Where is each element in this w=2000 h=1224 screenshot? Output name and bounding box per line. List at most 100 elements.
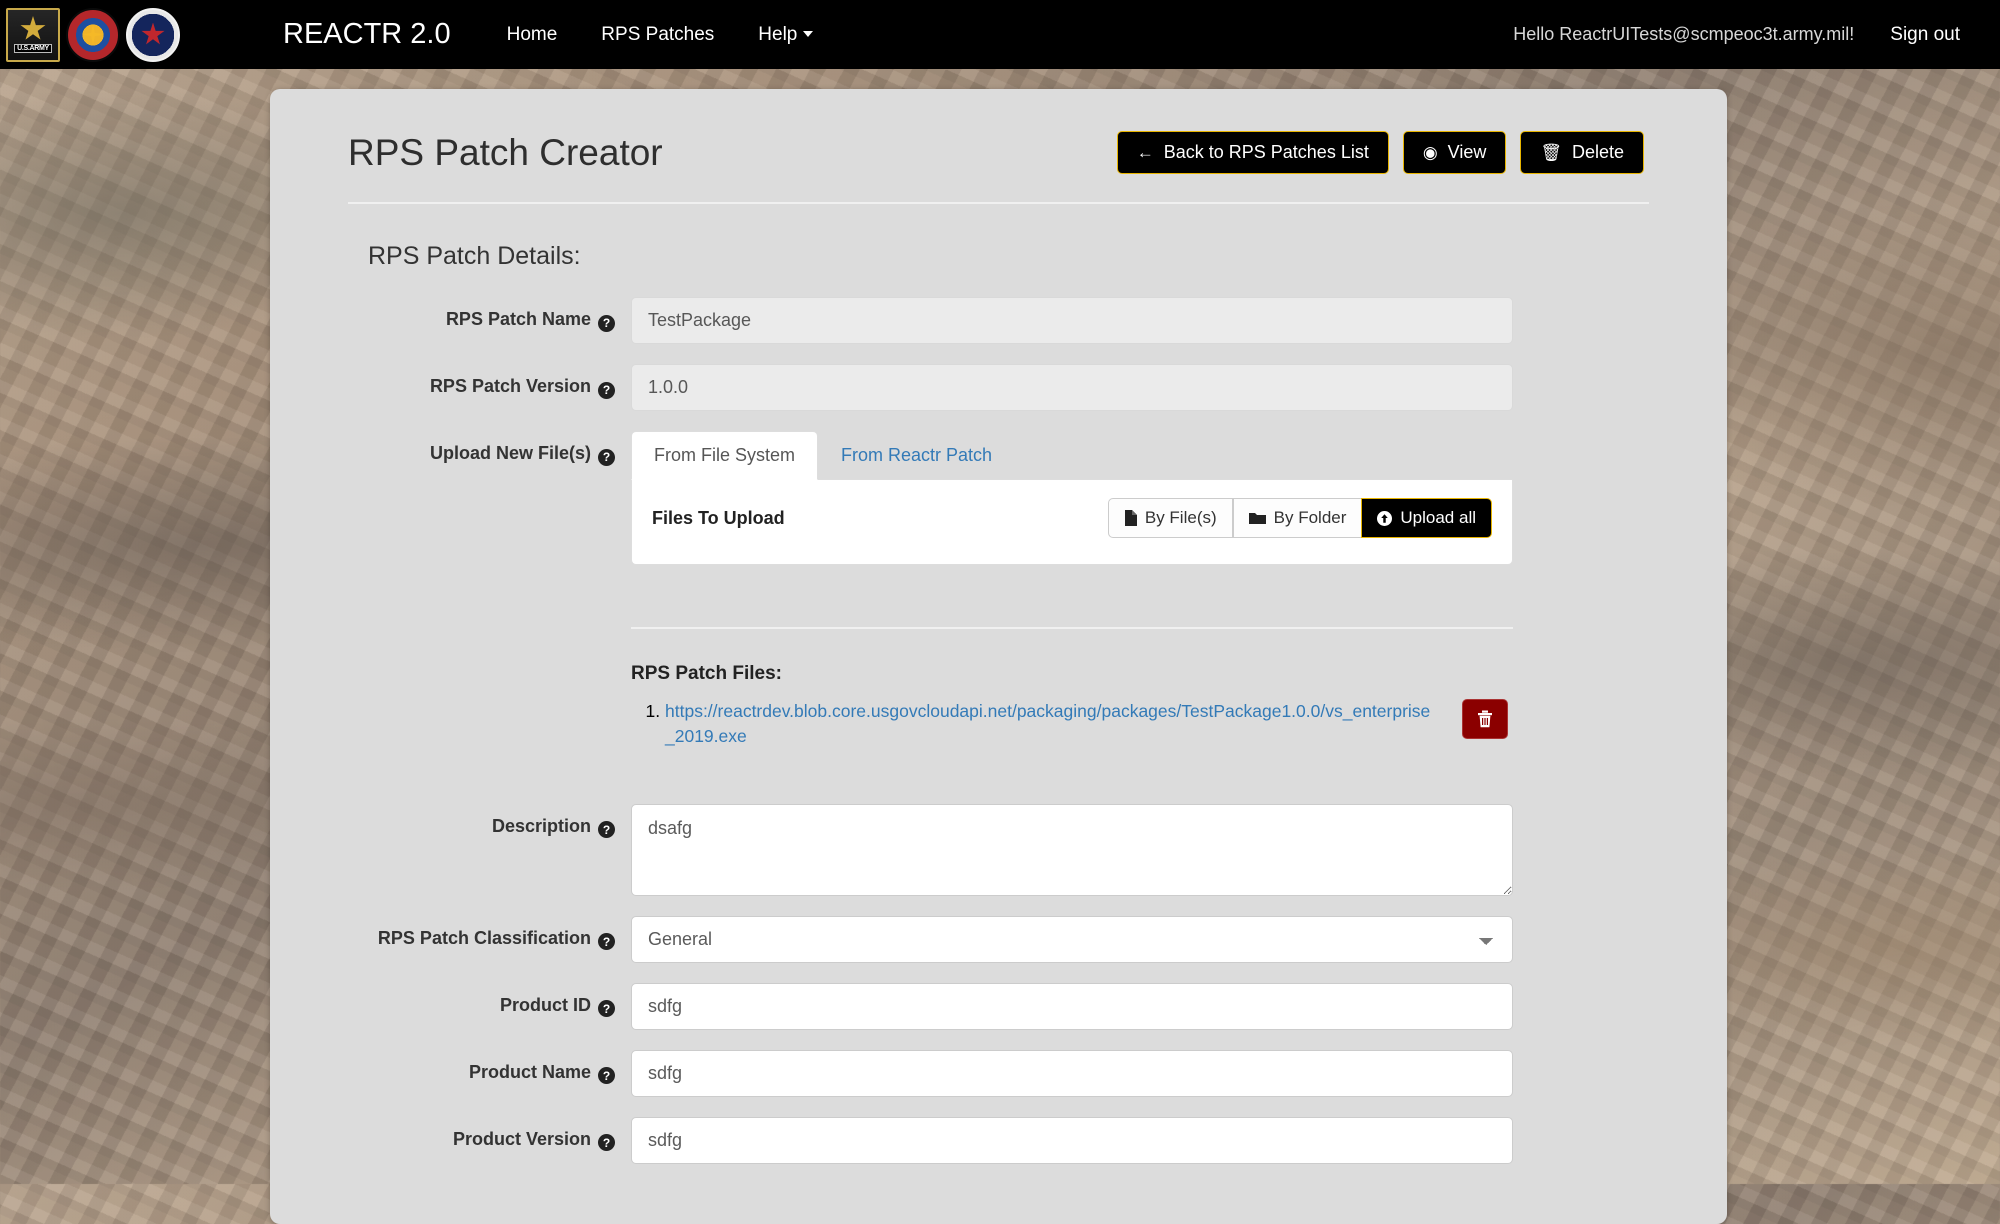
user-greeting: Hello ReactrUITests@scmpeoc3t.army.mil!	[1513, 24, 1855, 44]
form-row-patch-version: RPS Patch Version?	[348, 364, 1649, 411]
trash-icon	[1477, 710, 1493, 728]
nav-item-rps-patches[interactable]: RPS Patches	[579, 24, 736, 46]
label-description-text: Description	[491, 815, 591, 836]
nav-item-help[interactable]: Help	[736, 24, 835, 46]
back-to-rps-patches-list-label: Back to RPS Patches List	[1163, 142, 1369, 162]
upload-all-label: Upload all	[1400, 508, 1476, 527]
form-row-product-id: Product ID?	[348, 982, 1649, 1030]
nav-right-group: Hello ReactrUITests@scmpeoc3t.army.mil! …	[1513, 24, 2000, 46]
delete-label: Delete	[1571, 142, 1624, 162]
description-textarea[interactable]	[631, 803, 1513, 896]
label-product-id: Product ID?	[348, 983, 631, 1018]
peo-c3t-crest-logo	[66, 7, 120, 62]
product-id-input[interactable]	[631, 982, 1513, 1030]
wrap-product-id	[631, 982, 1513, 1030]
form-row-description: Description?	[348, 803, 1649, 896]
folder-icon	[1248, 511, 1266, 525]
page-title: RPS Patch Creator	[348, 131, 663, 173]
crest-compass-icon	[82, 23, 104, 46]
help-icon-product-name[interactable]: ?	[598, 1067, 615, 1085]
header-divider	[348, 202, 1649, 204]
label-product-version: Product Version?	[348, 1117, 631, 1152]
nav-links: Home RPS Patches Help	[485, 24, 836, 46]
form-row-patch-files: RPS Patch Files: https://reactrdev.blob.…	[348, 619, 1649, 750]
wrap-product-name	[631, 1049, 1513, 1097]
remove-patch-file-button[interactable]	[1462, 699, 1508, 739]
upload-buttons-group: By File(s) By Folder Upload all	[1107, 498, 1492, 538]
form-row-product-version: Product Version?	[348, 1116, 1649, 1164]
label-patch-name-text: RPS Patch Name	[445, 309, 591, 329]
section-heading: RPS Patch Details:	[368, 242, 581, 270]
upload-tabs-nav: From File System From Reactr Patch	[631, 431, 1513, 480]
label-product-name: Product Name?	[348, 1050, 631, 1085]
wrap-product-version	[631, 1116, 1513, 1164]
brand-title[interactable]: REACTR 2.0	[283, 18, 451, 51]
nav-item-help-label: Help	[758, 23, 798, 45]
patch-file-list: https://reactrdev.blob.core.usgovcloudap…	[631, 699, 1431, 750]
help-icon-product-id[interactable]: ?	[598, 1000, 615, 1018]
by-files-button[interactable]: By File(s)	[1107, 498, 1233, 538]
label-classification-text: RPS Patch Classification	[377, 927, 591, 948]
help-icon-upload-files[interactable]: ?	[598, 448, 615, 466]
wrap-description	[631, 803, 1513, 896]
page-header: RPS Patch Creator ← Back to RPS Patches …	[348, 89, 1649, 174]
help-icon-patch-name[interactable]: ?	[598, 314, 615, 332]
label-patch-version-text: RPS Patch Version	[429, 376, 591, 396]
label-classification: RPS Patch Classification?	[348, 916, 631, 951]
label-upload-files: Upload New File(s)?	[348, 431, 631, 466]
form-row-patch-name: RPS Patch Name?	[348, 297, 1649, 344]
wrap-classification: General	[631, 915, 1513, 963]
view-label: View	[1447, 142, 1487, 162]
content-panel: RPS Patch Creator ← Back to RPS Patches …	[270, 89, 1727, 1224]
chevron-down-icon	[803, 31, 814, 38]
list-item: https://reactrdev.blob.core.usgovcloudap…	[665, 699, 1431, 750]
upload-tab-panel: Files To Upload By File(s) By Folder Upl…	[631, 480, 1513, 565]
army-seal-logo	[126, 7, 180, 62]
us-army-logo: U.S.ARMY	[6, 7, 60, 62]
patch-files-heading: RPS Patch Files:	[631, 663, 782, 684]
sign-out-link[interactable]: Sign out	[1890, 24, 1960, 46]
wrap-patch-version	[631, 364, 1513, 411]
army-star-icon	[20, 16, 46, 40]
patch-file-row: https://reactrdev.blob.core.usgovcloudap…	[631, 699, 1513, 750]
logo-group: U.S.ARMY	[0, 7, 180, 62]
form-row-product-name: Product Name?	[348, 1049, 1649, 1097]
by-folder-label: By Folder	[1273, 508, 1347, 527]
product-name-input[interactable]	[631, 1049, 1513, 1097]
patch-version-input[interactable]	[631, 364, 1513, 411]
us-army-logo-label: U.S.ARMY	[14, 44, 52, 53]
arrow-left-icon: ←	[1136, 143, 1154, 162]
files-to-upload-label: Files To Upload	[652, 507, 785, 528]
patch-files-section: RPS Patch Files: https://reactrdev.blob.…	[631, 627, 1513, 750]
help-icon-classification[interactable]: ?	[598, 933, 615, 951]
nav-item-home[interactable]: Home	[485, 24, 580, 46]
upload-all-button[interactable]: Upload all	[1361, 498, 1492, 538]
file-icon	[1124, 510, 1137, 526]
back-to-rps-patches-list-button[interactable]: ← Back to RPS Patches List	[1116, 131, 1389, 174]
classification-select[interactable]: General	[631, 915, 1513, 963]
label-product-name-text: Product Name	[468, 1061, 591, 1082]
patch-name-input[interactable]	[631, 297, 1513, 344]
wrap-upload-files: From File System From Reactr Patch Files…	[631, 431, 1513, 565]
label-upload-files-text: Upload New File(s)	[429, 443, 591, 463]
tab-from-file-system[interactable]: From File System	[631, 431, 819, 480]
tab-from-reactr-patch[interactable]: From Reactr Patch	[818, 431, 1015, 480]
help-icon-product-version[interactable]: ?	[598, 1134, 615, 1152]
form-row-classification: RPS Patch Classification? General	[348, 915, 1649, 963]
help-icon-description[interactable]: ?	[598, 821, 615, 839]
product-version-input[interactable]	[631, 1116, 1513, 1164]
label-product-id-text: Product ID	[499, 994, 591, 1015]
by-folder-button[interactable]: By Folder	[1232, 498, 1363, 538]
label-patch-files-empty	[348, 619, 631, 631]
patch-files-divider	[631, 627, 1513, 629]
upload-tabs: From File System From Reactr Patch Files…	[631, 431, 1513, 565]
view-button[interactable]: ◉ View	[1402, 131, 1507, 174]
patch-file-link[interactable]: https://reactrdev.blob.core.usgovcloudap…	[665, 701, 1430, 746]
eye-icon: ◉	[1422, 143, 1438, 162]
trash-icon: 🗑	[1540, 143, 1562, 162]
seal-star-icon	[141, 22, 165, 45]
help-icon-patch-version[interactable]: ?	[598, 381, 615, 399]
delete-button[interactable]: 🗑 Delete	[1520, 131, 1644, 174]
